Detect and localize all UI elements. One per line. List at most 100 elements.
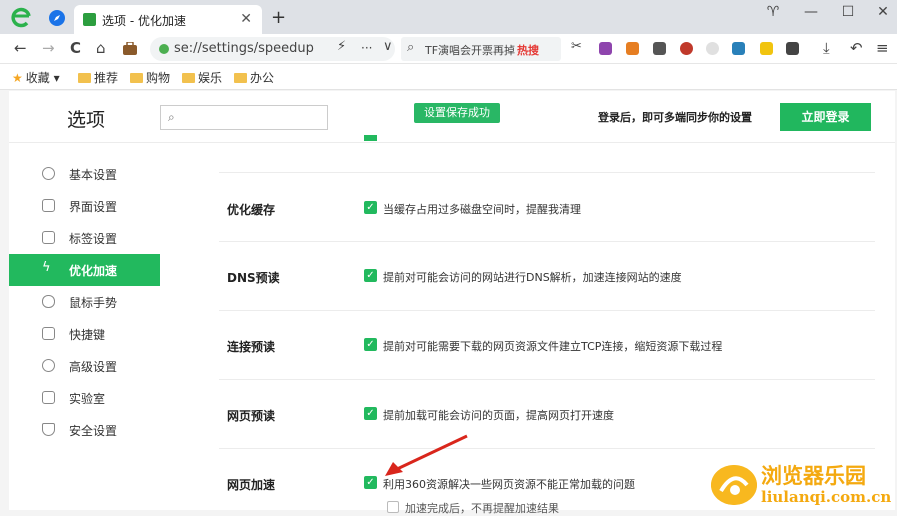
divider (219, 310, 875, 311)
sidebar-item-speedup[interactable]: ϟ 优化加速 (9, 254, 160, 286)
divider (219, 241, 875, 242)
sidebar-item-lab[interactable]: 实验室 (9, 382, 160, 414)
menu-icon[interactable]: ≡ (876, 39, 889, 57)
briefcase-icon[interactable] (123, 42, 137, 55)
address-text: se://settings/speedup (174, 41, 314, 56)
apps-grid-icon[interactable] (786, 42, 799, 55)
checkbox-no-reminder[interactable] (387, 501, 399, 513)
checkbox-cache[interactable]: ✓ (364, 201, 377, 214)
extension-yellow-icon[interactable] (760, 42, 773, 55)
divider (219, 379, 875, 380)
search-icon: ⌕ (407, 40, 415, 55)
red-arrow-annotation (385, 434, 468, 476)
new-tab-button[interactable]: + (271, 7, 286, 28)
gear-icon (42, 167, 55, 180)
game-icon[interactable] (626, 42, 639, 55)
row-label-prefetch: 网页预读 (227, 409, 276, 423)
skin-icon[interactable]: ♈ (763, 4, 783, 20)
extension-purple-icon[interactable] (599, 42, 612, 55)
forward-icon[interactable]: → (42, 39, 55, 57)
row-label-dns: DNS预读 (227, 271, 280, 285)
row-label-accelerate: 网页加速 (227, 478, 276, 492)
row-desc-dns: 提前对可能会访问的网站进行DNS解析，加速连接网站的速度 (383, 271, 682, 284)
row-label-cache: 优化缓存 (227, 203, 276, 217)
back-icon[interactable]: ← (14, 39, 27, 57)
favorites-button[interactable]: ★ 收藏 ▾ (12, 69, 60, 86)
more-icon[interactable]: ··· (361, 41, 372, 55)
home-icon[interactable]: ⌂ (96, 39, 106, 57)
sidebar-item-tabs[interactable]: 标签设置 (9, 222, 160, 254)
play-icon[interactable] (732, 42, 745, 55)
hot-search-label[interactable]: 热搜 (517, 42, 539, 58)
bookmark-item[interactable]: 办公 (234, 69, 274, 86)
bookmarks-bar: ★ 收藏 ▾ 推荐 购物 娱乐 办公 (0, 64, 897, 90)
sidebar-item-security[interactable]: 安全设置 (9, 414, 160, 446)
address-bar[interactable]: se://settings/speedup (150, 37, 395, 61)
bolt-icon[interactable]: ⚡ (337, 39, 346, 54)
compass-icon[interactable] (48, 9, 66, 27)
close-tab-icon[interactable]: ✕ (240, 11, 252, 27)
bookmark-item[interactable]: 购物 (130, 69, 170, 86)
search-hint: TF演唱会开票再掉 (425, 44, 515, 57)
ublock-icon[interactable] (680, 42, 693, 55)
watermark-url: liulanqi.com.cn (761, 488, 892, 506)
divider (219, 172, 875, 173)
keyboard-icon (42, 327, 55, 340)
settings-header: 选项 ⌕ 设置保存成功 登录后，即可多端同步你的设置 立即登录 (9, 91, 895, 143)
bookmark-item[interactable]: 娱乐 (182, 69, 222, 86)
undo-icon[interactable]: ↶ (850, 39, 863, 57)
flask-icon (42, 391, 55, 404)
translate-icon[interactable] (706, 42, 719, 55)
settings-page: 选项 ⌕ 设置保存成功 登录后，即可多端同步你的设置 立即登录 基本设置 界面设… (9, 91, 895, 515)
sub-option-no-reminder: 加速完成后，不再提醒加速结果 (405, 502, 559, 515)
secure-icon (159, 44, 169, 54)
folder-icon (78, 73, 91, 83)
search-icon: ⌕ (168, 110, 175, 124)
wrench-icon (42, 359, 55, 372)
settings-sidebar: 基本设置 界面设置 标签设置 ϟ 优化加速 鼠标手势 快捷键 高级设置 实验室 安… (9, 144, 160, 510)
close-window-button[interactable]: ✕ (873, 4, 893, 20)
mouse-icon (42, 295, 55, 308)
settings-favicon-icon (83, 13, 96, 26)
checkbox-partial[interactable] (364, 135, 377, 141)
shield-icon (42, 423, 55, 436)
cut-icon[interactable]: ✂ (571, 39, 582, 54)
row-desc-prefetch: 提前加载可能会访问的页面，提高网页打开速度 (383, 409, 614, 422)
sidebar-item-shortcuts[interactable]: 快捷键 (9, 318, 160, 350)
sidebar-item-basic[interactable]: 基本设置 (9, 158, 160, 190)
save-success-toast: 设置保存成功 (414, 103, 500, 123)
maximize-button[interactable]: ☐ (838, 4, 858, 20)
sidebar-item-mouse[interactable]: 鼠标手势 (9, 286, 160, 318)
browser-logo-icon[interactable] (8, 4, 34, 30)
bookmark-item[interactable]: 推荐 (78, 69, 118, 86)
search-box[interactable]: ⌕ TF演唱会开票再掉 热搜 (401, 37, 561, 61)
divider (219, 448, 875, 449)
window-icon (42, 199, 55, 212)
minimize-button[interactable]: — (801, 4, 821, 20)
checkbox-connection[interactable]: ✓ (364, 338, 377, 351)
chevron-down-icon[interactable]: ∨ (383, 39, 393, 54)
sidebar-item-advanced[interactable]: 高级设置 (9, 350, 160, 382)
login-button[interactable]: 立即登录 (780, 103, 871, 131)
title-bar: 选项 - 优化加速 ✕ + ♈ — ☐ ✕ (0, 0, 897, 34)
checkbox-dns[interactable]: ✓ (364, 269, 377, 282)
settings-search-input[interactable]: ⌕ (160, 105, 328, 130)
reload-icon[interactable]: C (70, 39, 81, 57)
folder-icon (234, 73, 247, 83)
row-desc-cache: 当缓存占用过多磁盘空间时，提醒我清理 (383, 203, 581, 216)
watermark-logo-icon (711, 465, 757, 505)
tab-icon (42, 231, 55, 244)
sync-hint: 登录后，即可多端同步你的设置 (598, 111, 752, 124)
tab-title: 选项 - 优化加速 (102, 14, 186, 28)
row-desc-connection: 提前对可能需要下载的网页资源文件建立TCP连接，缩短资源下载过程 (383, 340, 723, 353)
tab-settings[interactable]: 选项 - 优化加速 ✕ (74, 5, 262, 34)
download-icon[interactable]: ⤓ (823, 39, 830, 57)
browser-toolbar: ← → C ⌂ se://settings/speedup ⚡ ··· ∨ ⌕ … (0, 34, 897, 64)
reader-icon[interactable] (653, 42, 666, 55)
row-label-connection: 连接预读 (227, 340, 276, 354)
checkbox-accelerate[interactable]: ✓ (364, 476, 377, 489)
checkbox-prefetch[interactable]: ✓ (364, 407, 377, 420)
watermark-name: 浏览器乐园 (761, 463, 866, 488)
sidebar-item-interface[interactable]: 界面设置 (9, 190, 160, 222)
bolt-icon: ϟ (42, 260, 51, 275)
